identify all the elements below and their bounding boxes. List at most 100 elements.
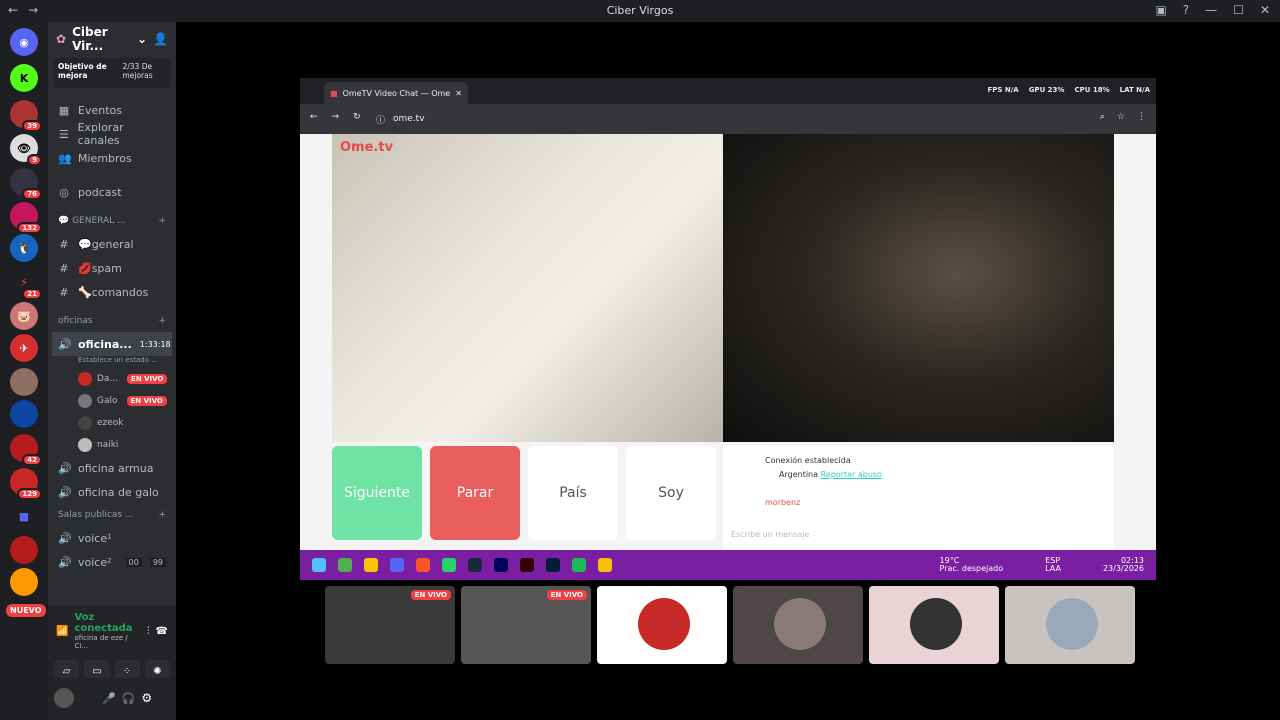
nav-explorar[interactable]: ☰ Explorar canales (48, 121, 176, 147)
inbox-icon[interactable]: ▣ (1155, 3, 1166, 17)
category-general[interactable]: 💬 GENERAL ... + (48, 210, 176, 232)
chat-username: morbenz (765, 498, 801, 507)
channel-comandos[interactable]: # 🦴comandos (48, 280, 176, 304)
close-icon[interactable]: ✕ (455, 89, 462, 98)
zoom-icon[interactable]: ⌕ (1100, 112, 1105, 122)
discord-icon[interactable] (390, 558, 404, 572)
voice-channel-active[interactable]: 🔊 oficina... 1:33:18 (52, 332, 172, 356)
next-button[interactable]: Siguiente (332, 446, 422, 540)
star-icon[interactable]: ☆ (1117, 112, 1125, 122)
disconnect-icon[interactable]: ☎ (156, 626, 168, 637)
voice-channel[interactable]: 🔊 oficina de galo (48, 480, 176, 504)
browser-tab[interactable]: ■ OmeTV Video Chat — Ome ✕ (324, 82, 468, 104)
illustrator-icon[interactable] (520, 558, 534, 572)
maximize-button[interactable]: ☐ (1233, 3, 1244, 17)
channel-podcast[interactable]: ◎ podcast (48, 180, 176, 204)
hash-icon: # (59, 261, 69, 275)
forward-icon[interactable]: → (332, 112, 340, 122)
close-button[interactable]: ✕ (1260, 3, 1270, 17)
server-icon[interactable] (10, 400, 38, 428)
hash-icon: # (59, 285, 69, 299)
headphones-icon[interactable]: 🎧 (122, 692, 136, 705)
voice-user[interactable]: naiki (48, 434, 176, 456)
app-icon[interactable] (338, 558, 352, 572)
voice-channel[interactable]: 🔊 voice¹ (48, 526, 176, 550)
gear-icon[interactable]: ⚙ (141, 691, 152, 705)
stream-thumbnail[interactable]: EN VIVO (461, 586, 591, 664)
server-icon[interactable]: ⚡ 21 (10, 268, 42, 300)
windows-start-icon[interactable] (312, 558, 326, 572)
server-icon[interactable]: 132 (10, 202, 42, 234)
category-oficinas[interactable]: oficinas + (48, 310, 176, 332)
voice-user[interactable]: ezeok (48, 412, 176, 434)
participant-tile[interactable] (1005, 586, 1135, 664)
gender-button[interactable]: Soy (626, 446, 716, 540)
voice-channel[interactable]: 🔊 voice² 00 99 (48, 550, 176, 574)
participant-tile[interactable] (869, 586, 999, 664)
server-icon[interactable]: 39 (10, 100, 42, 132)
speaker-icon: 🔊 (58, 461, 72, 475)
server-icon[interactable]: 129 (10, 468, 42, 500)
address-bar[interactable]: ⓘ ome.tv (376, 108, 1036, 130)
tab-favicon-icon: ■ (330, 88, 338, 98)
clock[interactable]: 02:13 23/3/2026 (1103, 557, 1144, 573)
brave-icon[interactable] (416, 558, 430, 572)
mic-icon[interactable]: 🎤 (102, 692, 116, 705)
steam-icon[interactable] (468, 558, 482, 572)
chat-input[interactable]: Escribe un mensaje (731, 530, 1101, 539)
server-icon[interactable] (10, 568, 38, 596)
browser-toolbar: ← → ↻ ⓘ ome.tv ⌕ ☆ ⋮ (300, 104, 1156, 134)
server-icon[interactable]: 🐧 (10, 234, 38, 262)
noise-icon[interactable]: ⫶ (147, 626, 150, 637)
add-icon[interactable]: + (158, 216, 166, 226)
photoshop-icon[interactable] (546, 558, 560, 572)
boost-goal[interactable]: Objetivo de mejora 2/33 De mejoras (54, 58, 170, 88)
server-icon[interactable]: K (10, 64, 38, 92)
folder-icon[interactable]: ■ (10, 502, 38, 530)
discord-home-icon[interactable]: ◉ (10, 28, 38, 56)
server-icon[interactable]: ✈ (10, 334, 38, 362)
avatar[interactable] (54, 688, 74, 708)
channel-spam[interactable]: # 💋spam (48, 256, 176, 280)
after-effects-icon[interactable] (494, 558, 508, 572)
whatsapp-icon[interactable] (442, 558, 456, 572)
server-icon[interactable]: 42 (10, 434, 42, 466)
chrome-icon[interactable] (598, 558, 612, 572)
server-icon[interactable]: 👁 9 (10, 134, 42, 166)
help-icon[interactable]: ? (1183, 3, 1189, 17)
category-publicas[interactable]: Salas publicas ... + (48, 504, 176, 526)
channel-sidebar: ✿ Ciber Vir... ⌄ 👤 Objetivo de mejora 2/33 D… (48, 22, 176, 720)
nav-eventos[interactable]: ▦ Eventos (48, 98, 176, 122)
spotify-icon[interactable] (572, 558, 586, 572)
hash-icon: # (59, 237, 69, 251)
voice-user[interactable]: Galo EN VIVO (48, 390, 176, 412)
server-icon[interactable]: 🐷 (10, 302, 38, 330)
report-link[interactable]: Reportar abuso (821, 470, 882, 479)
channel-general[interactable]: # 💬general (48, 232, 176, 256)
back-icon[interactable]: ← (310, 112, 318, 122)
weather-widget[interactable]: 19°C Prac. despejado (940, 557, 1004, 573)
participant-tile[interactable] (733, 586, 863, 664)
minimize-button[interactable]: — (1205, 3, 1217, 17)
menu-icon[interactable]: ⋮ (1137, 112, 1146, 122)
nav-miembros[interactable]: 👥 Miembros (48, 146, 176, 170)
server-icon[interactable]: 76 (10, 168, 42, 200)
voice-channel[interactable]: 🔊 oficina armua (48, 456, 176, 480)
server-icon[interactable] (10, 536, 38, 564)
stream-browser: ■ OmeTV Video Chat — Ome ✕ FPS N/A GPU 23% C… (300, 78, 1156, 580)
country-button[interactable]: País (528, 446, 618, 540)
folder-icon[interactable] (364, 558, 378, 572)
stop-button[interactable]: Parar (430, 446, 520, 540)
add-member-icon[interactable]: 👤 (153, 32, 168, 46)
chevron-down-icon: ⌄ (136, 32, 148, 46)
voice-user[interactable]: Da... EN VIVO (48, 368, 176, 390)
stream-thumbnail[interactable]: EN VIVO (325, 586, 455, 664)
participant-tile[interactable] (597, 586, 727, 664)
add-icon[interactable]: + (158, 510, 166, 520)
guild-header[interactable]: ✿ Ciber Vir... ⌄ 👤 (48, 22, 176, 56)
reload-icon[interactable]: ↻ (353, 112, 361, 122)
add-icon[interactable]: + (158, 316, 166, 326)
language-indicator[interactable]: ESP LAA (1045, 557, 1061, 573)
server-list: ◉ K 39 👁 9 76 132 🐧 ⚡ 21 🐷 ✈ 42 129 ■ NUEV… (0, 22, 48, 720)
server-icon[interactable] (10, 368, 38, 396)
